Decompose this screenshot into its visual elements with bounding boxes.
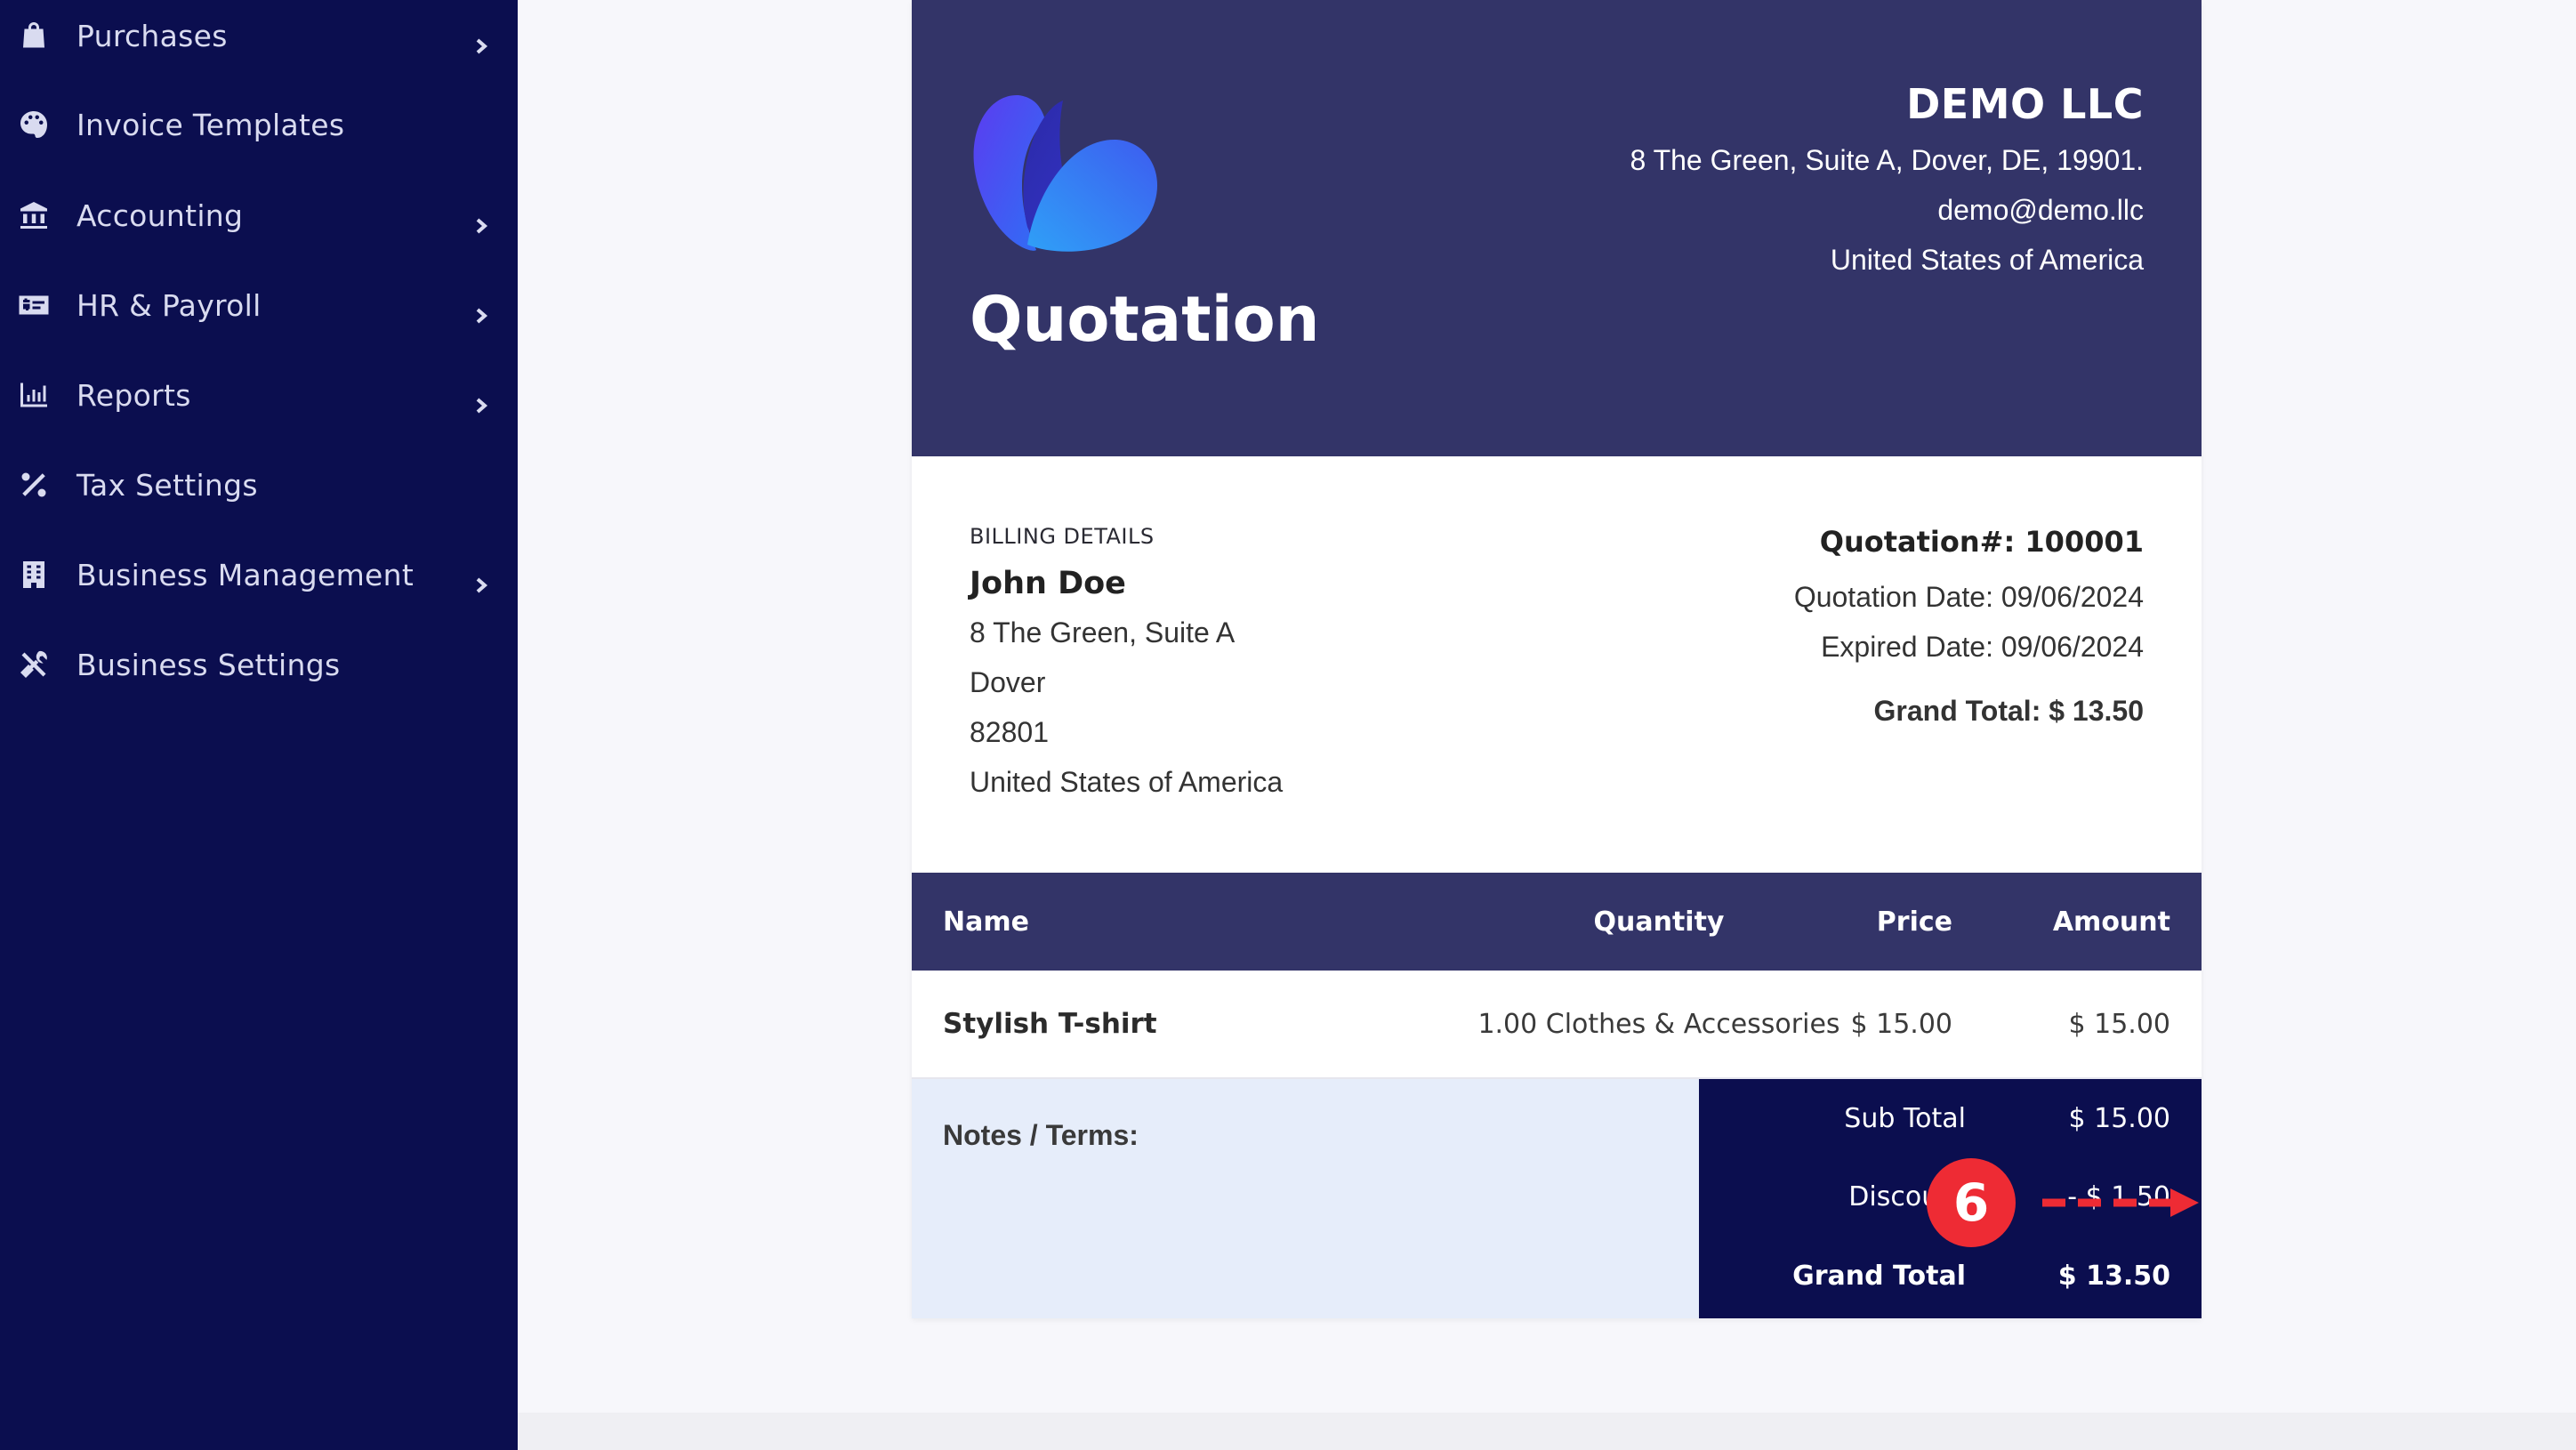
company-name: DEMO LLC bbox=[1906, 80, 2144, 128]
sub-total-row: Sub Total $ 15.00 bbox=[1699, 1079, 2202, 1157]
expired-date: Expired Date: 09/06/2024 bbox=[1821, 631, 2144, 663]
sidebar-item-purchases[interactable]: Purchases bbox=[0, 0, 518, 71]
company-address: 8 The Green, Suite A, Dover, DE, 19901. bbox=[1630, 144, 2144, 176]
company-country: United States of America bbox=[1830, 244, 2144, 276]
items-table-header: Name Quantity Price Amount bbox=[912, 873, 2202, 971]
bar-chart-icon bbox=[18, 379, 50, 411]
percent-icon bbox=[18, 469, 50, 501]
chevron-right-icon bbox=[471, 208, 491, 234]
sidebar-item-label: Purchases bbox=[76, 18, 228, 53]
sidebar-item-label: Tax Settings bbox=[76, 467, 258, 503]
sidebar-item-hr-payroll[interactable]: HR & Payroll bbox=[0, 270, 518, 341]
table-row: Stylish T-shirt 1.00 Clothes & Accessori… bbox=[912, 971, 2202, 1079]
document-title: Quotation bbox=[970, 283, 1320, 356]
customer-country: United States of America bbox=[970, 766, 1284, 798]
shopping-bag-icon bbox=[18, 20, 50, 52]
money-check-icon bbox=[18, 289, 50, 321]
sidebar-item-reports[interactable]: Reports bbox=[0, 359, 518, 431]
header-quantity: Quantity bbox=[1593, 906, 1725, 938]
meta-grand-total: Grand Total: $ 13.50 bbox=[1873, 695, 2145, 727]
sidebar-item-invoice-templates[interactable]: Invoice Templates bbox=[0, 89, 518, 160]
item-price: $ 15.00 bbox=[1850, 1008, 1952, 1040]
dashed-arrow-icon bbox=[2042, 1188, 2199, 1217]
sidebar-item-business-management[interactable]: Business Management bbox=[0, 539, 518, 610]
grand-total-label: Grand Total bbox=[1792, 1260, 1966, 1292]
sub-total-label: Sub Total bbox=[1844, 1102, 1966, 1134]
bottom-strip bbox=[518, 1413, 2576, 1450]
company-info: DEMO LLC 8 The Green, Suite A, Dover, DE… bbox=[1630, 73, 2144, 285]
quotation-number: Quotation#: 100001 bbox=[1819, 525, 2144, 559]
quotation-meta: Quotation#: 100001 Quotation Date: 09/06… bbox=[1794, 512, 2144, 736]
sidebar-item-label: HR & Payroll bbox=[76, 287, 262, 323]
sidebar-item-accounting[interactable]: Accounting bbox=[0, 180, 518, 251]
item-quantity: 1.00 Clothes & Accessories bbox=[1477, 1008, 1840, 1040]
company-email: demo@demo.llc bbox=[1937, 194, 2144, 226]
header-price: Price bbox=[1876, 906, 1952, 938]
main-content: Quotation DEMO LLC 8 The Green, Suite A,… bbox=[518, 0, 2576, 1450]
customer-name: John Doe bbox=[970, 566, 1126, 601]
chevron-right-icon bbox=[471, 28, 491, 54]
document-header: Quotation DEMO LLC 8 The Green, Suite A,… bbox=[912, 0, 2202, 456]
sidebar-item-label: Business Settings bbox=[76, 647, 341, 682]
sidebar-item-label: Reports bbox=[76, 377, 191, 413]
customer-city: Dover bbox=[970, 666, 1046, 698]
customer-zip: 82801 bbox=[970, 716, 1049, 748]
notes-label: Notes / Terms: bbox=[943, 1119, 1139, 1151]
sub-total-value: $ 15.00 bbox=[2068, 1102, 2170, 1134]
chevron-right-icon bbox=[471, 298, 491, 324]
chevron-right-icon bbox=[471, 388, 491, 414]
notes-section: Notes / Terms: bbox=[912, 1079, 1699, 1318]
header-amount: Amount bbox=[2052, 906, 2170, 938]
sidebar: Purchases Invoice Templates Accounting H… bbox=[0, 0, 518, 1450]
sidebar-item-label: Accounting bbox=[76, 197, 244, 233]
chevron-right-icon bbox=[471, 568, 491, 593]
item-amount: $ 15.00 bbox=[2068, 1008, 2170, 1040]
customer-address: 8 The Green, Suite A bbox=[970, 616, 1236, 648]
quotation-date: Quotation Date: 09/06/2024 bbox=[1793, 581, 2144, 613]
billing-details: BILLING DETAILS John Doe 8 The Green, Su… bbox=[970, 524, 1283, 807]
company-logo bbox=[973, 94, 1158, 252]
sidebar-item-tax-settings[interactable]: Tax Settings bbox=[0, 449, 518, 520]
step-badge: 6 bbox=[1927, 1158, 2016, 1247]
sidebar-item-label: Business Management bbox=[76, 557, 415, 592]
billing-section: BILLING DETAILS John Doe 8 The Green, Su… bbox=[912, 456, 2202, 873]
palette-icon bbox=[18, 109, 50, 141]
bank-icon bbox=[18, 199, 50, 231]
grand-total-value: $ 13.50 bbox=[2057, 1260, 2170, 1292]
grand-total-row: Grand Total $ 13.50 bbox=[1699, 1237, 2202, 1315]
building-icon bbox=[18, 559, 50, 591]
sidebar-item-label: Invoice Templates bbox=[76, 107, 345, 142]
sidebar-item-business-settings[interactable]: Business Settings bbox=[0, 629, 518, 700]
quotation-document: Quotation DEMO LLC 8 The Green, Suite A,… bbox=[912, 0, 2202, 1318]
tools-icon bbox=[18, 648, 50, 681]
billing-heading: BILLING DETAILS bbox=[970, 524, 1155, 549]
